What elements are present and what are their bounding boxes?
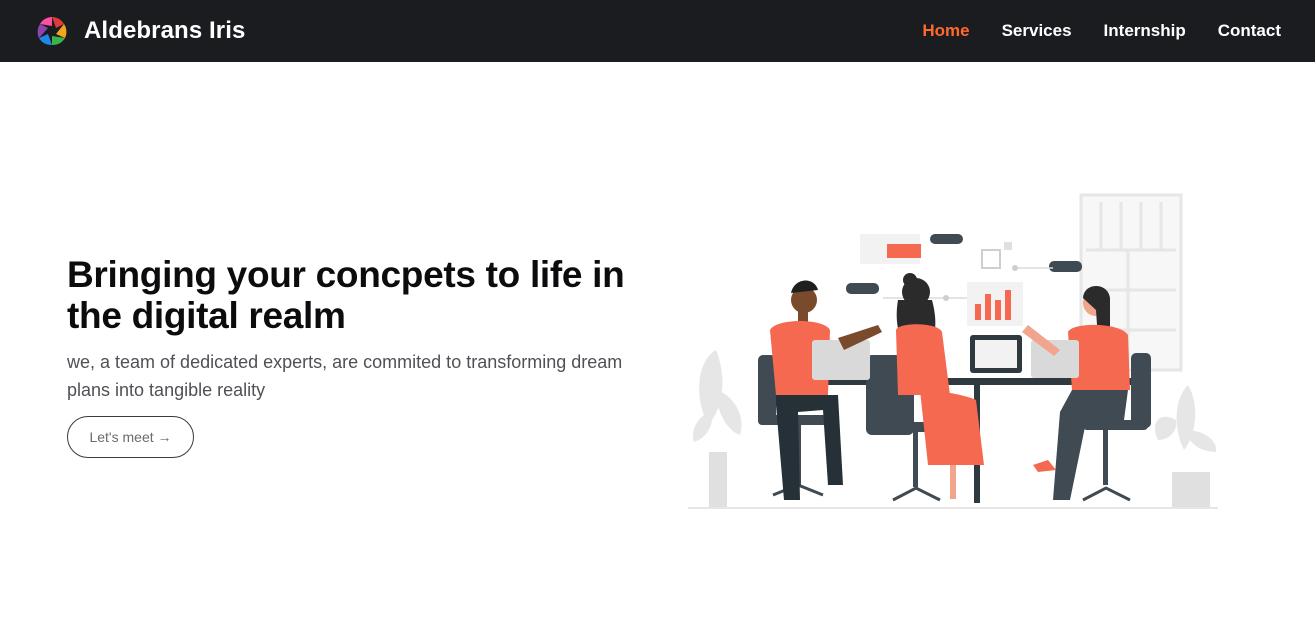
nav-contact-link[interactable]: Contact — [1218, 21, 1281, 41]
lets-meet-button[interactable]: Let's meet → — [67, 416, 194, 458]
person-left — [770, 280, 882, 500]
brand-name: Aldebrans Iris — [84, 17, 246, 44]
brand[interactable]: Aldebrans Iris — [34, 13, 245, 49]
team-working-illustration — [688, 193, 1218, 509]
nav-home-link[interactable]: Home — [922, 21, 969, 41]
floating-ui-elements — [846, 234, 1082, 326]
logo-icon — [36, 15, 68, 47]
hero-title: Bringing your concpets to life in the di… — [67, 254, 625, 336]
nav-services-link[interactable]: Services — [1002, 21, 1072, 41]
plant-left — [692, 350, 742, 507]
plant-right — [1154, 385, 1217, 507]
hero-subtitle: we, a team of dedicated experts, are com… — [67, 352, 623, 400]
nav-internship-link[interactable]: Internship — [1104, 21, 1186, 41]
hero-section: Bringing your concpets to life in the di… — [67, 254, 667, 458]
top-navbar: Aldebrans Iris Home Services Internship … — [0, 0, 1315, 62]
nav-links: Home Services Internship Contact — [922, 21, 1281, 41]
